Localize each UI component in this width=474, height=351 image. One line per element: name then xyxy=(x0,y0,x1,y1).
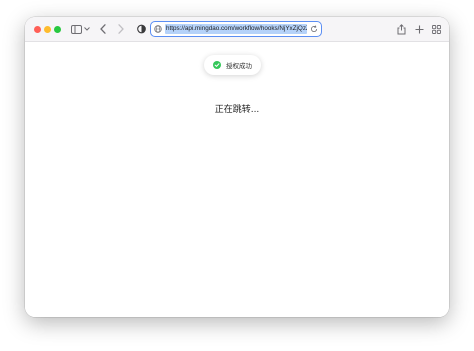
share-icon[interactable] xyxy=(395,20,407,38)
success-toast: 授权成功 xyxy=(204,55,261,75)
plus-icon[interactable] xyxy=(413,20,425,38)
chevron-down-icon[interactable] xyxy=(83,20,91,38)
url-text[interactable]: https://api.mingdao.com/workflow/hooks/N… xyxy=(165,24,307,34)
close-window-button[interactable] xyxy=(34,25,41,33)
chevron-left-icon[interactable] xyxy=(97,20,109,38)
page-content: 授权成功 正在跳转... xyxy=(25,42,449,317)
chevron-right-icon[interactable] xyxy=(115,20,127,38)
zoom-window-button[interactable] xyxy=(54,25,61,33)
shield-icon[interactable] xyxy=(135,20,147,38)
globe-icon xyxy=(154,25,162,33)
browser-toolbar: https://api.mingdao.com/workflow/hooks/N… xyxy=(25,17,449,42)
toast-message: 授权成功 xyxy=(226,62,252,70)
check-circle-icon xyxy=(213,61,221,69)
redirect-status: 正在跳转... xyxy=(214,105,260,115)
browser-window: https://api.mingdao.com/workflow/hooks/N… xyxy=(25,17,449,317)
reload-icon[interactable] xyxy=(310,25,318,33)
minimize-window-button[interactable] xyxy=(44,25,51,33)
grid-icon[interactable] xyxy=(430,20,442,38)
address-bar[interactable]: https://api.mingdao.com/workflow/hooks/N… xyxy=(150,21,322,37)
sidebar-icon[interactable] xyxy=(70,20,82,38)
